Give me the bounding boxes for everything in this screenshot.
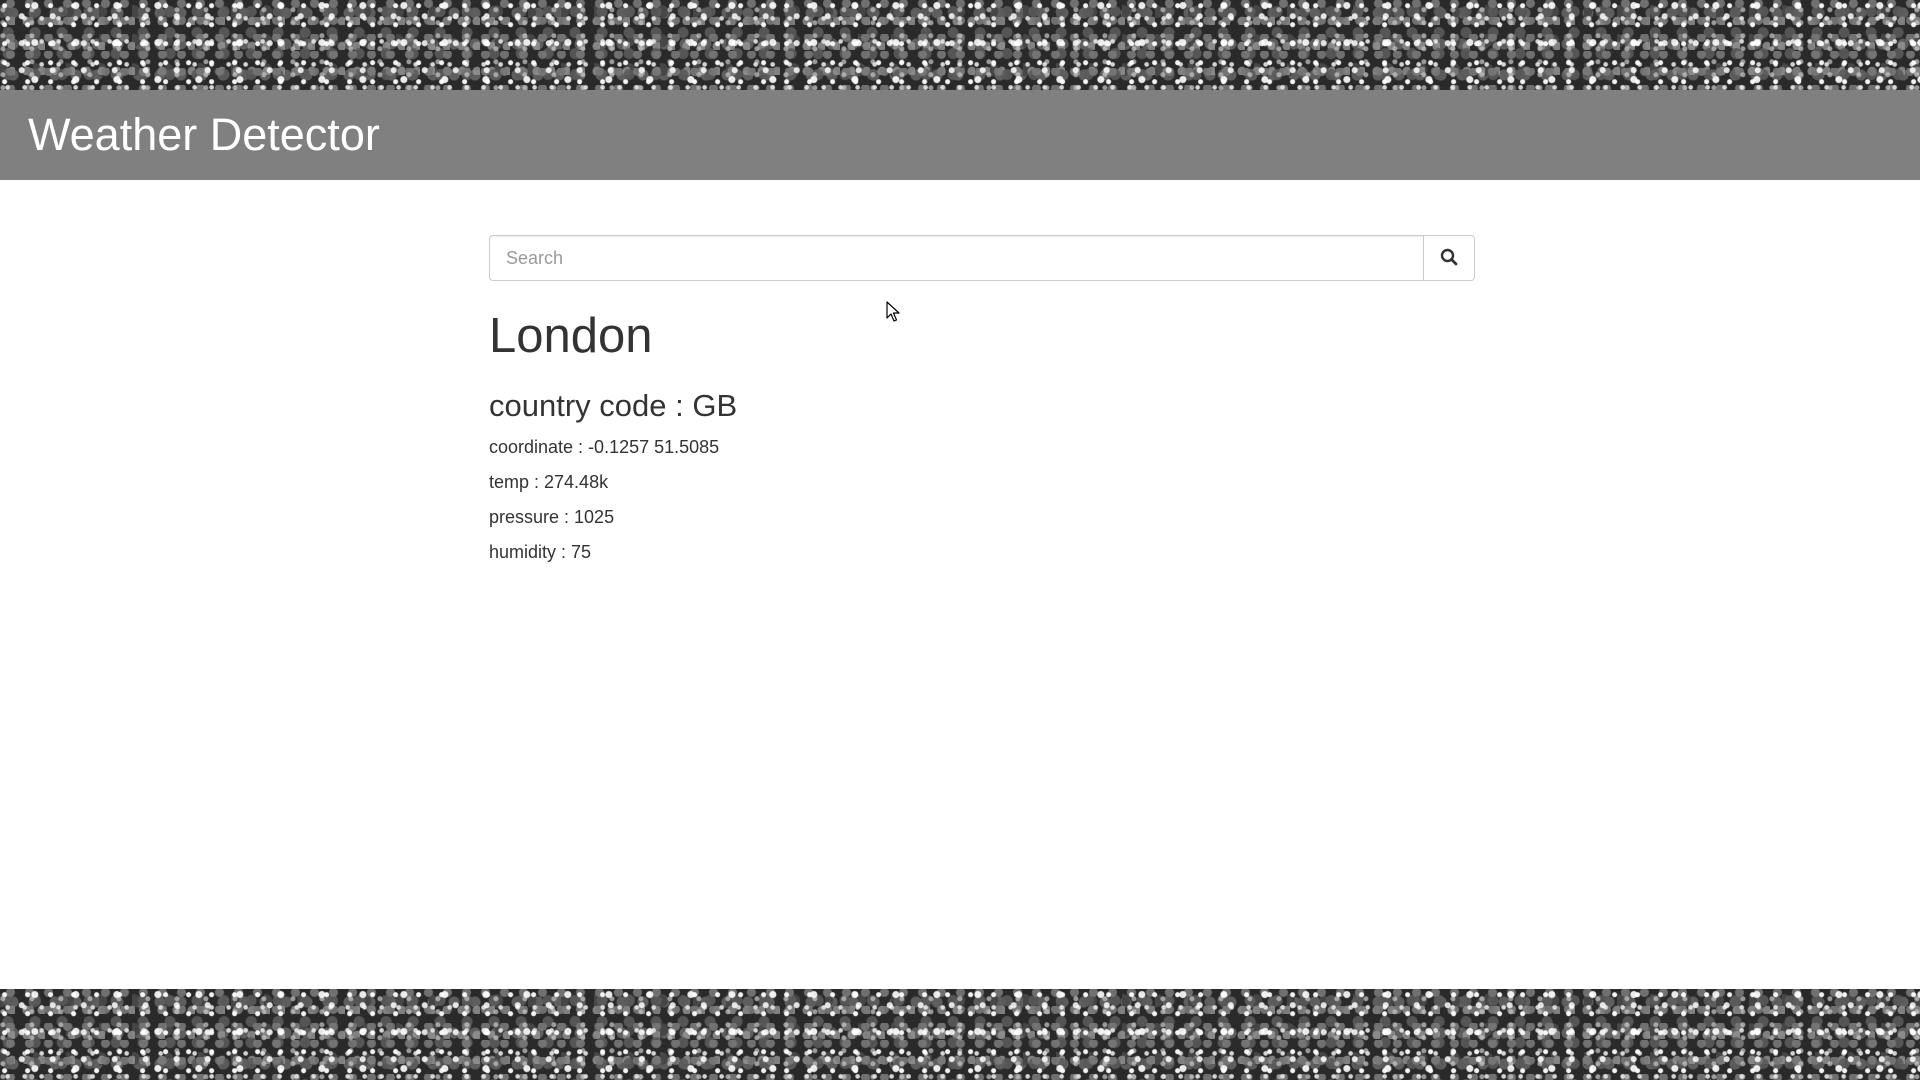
search-input[interactable] xyxy=(489,235,1423,281)
glitter-banner-top xyxy=(0,0,1920,90)
temperature-text: temp : 274.48k xyxy=(489,472,609,492)
country-code: country code : GB xyxy=(489,388,738,423)
app-header: Weather Detector xyxy=(0,90,1920,180)
mouse-cursor-icon xyxy=(886,301,900,323)
glitter-banner-bottom xyxy=(0,989,1920,1080)
pressure-text: pressure : 1025 xyxy=(489,507,615,527)
app-title: Weather Detector xyxy=(28,109,380,160)
main-content: London country code : GB coordinate : -0… xyxy=(0,180,1920,989)
humidity-text: humidity : 75 xyxy=(489,542,592,562)
search-icon xyxy=(1440,248,1458,269)
search-bar xyxy=(489,235,1475,281)
coordinate-text: coordinate : -0.1257 51.5085 xyxy=(489,437,720,457)
weather-result: London country code : GB coordinate : -0… xyxy=(489,308,737,570)
city-name: London xyxy=(489,309,653,363)
search-button[interactable] xyxy=(1423,235,1475,281)
